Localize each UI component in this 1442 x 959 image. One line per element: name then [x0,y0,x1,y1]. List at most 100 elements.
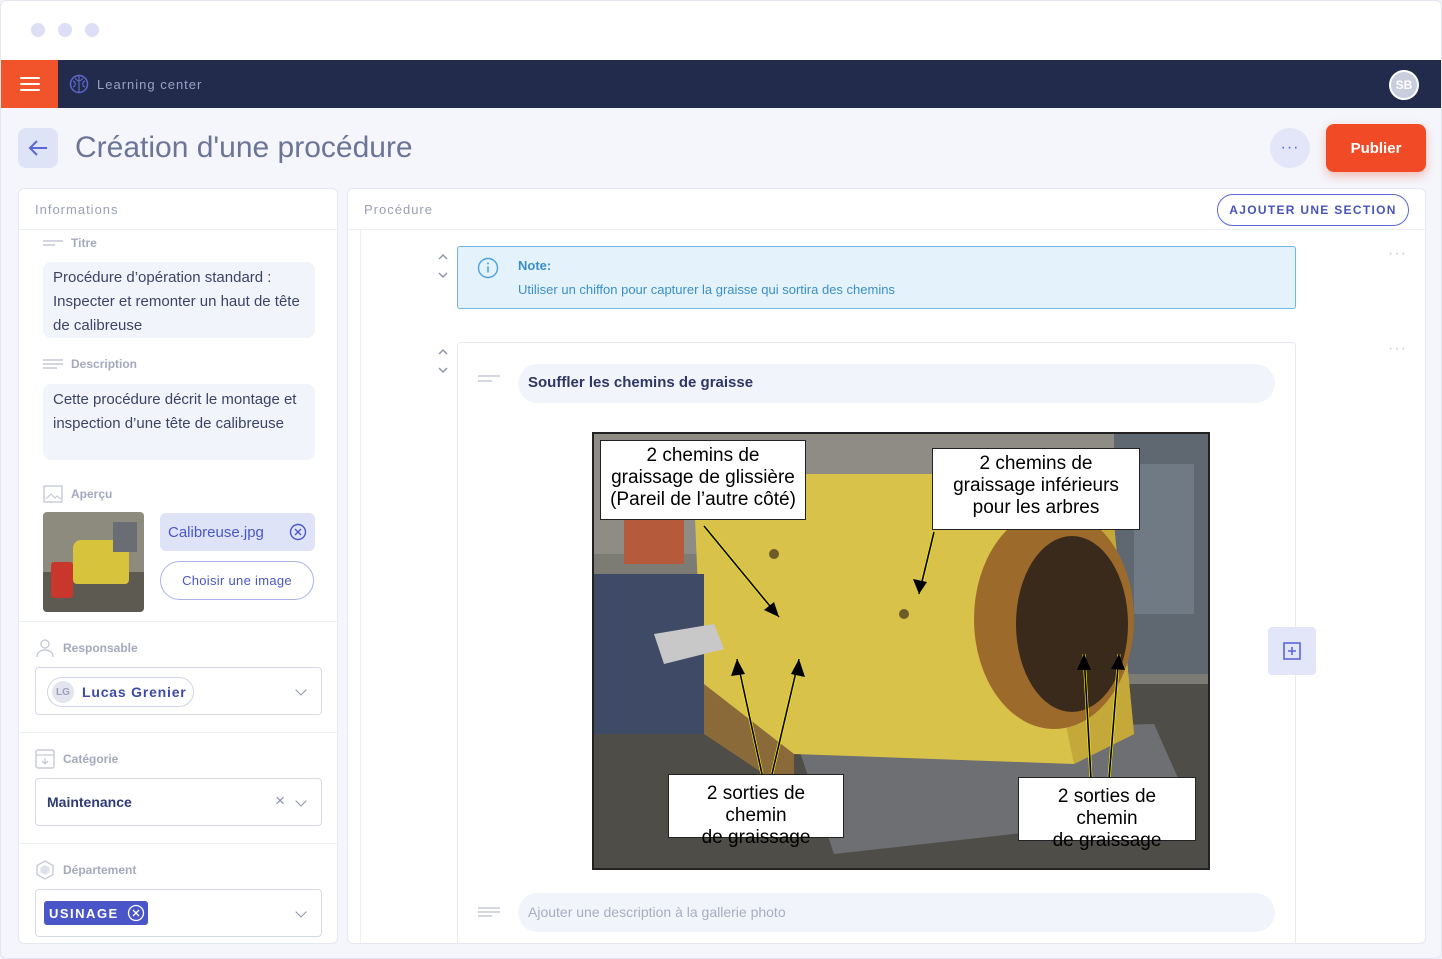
apercu-label: Aperçu [43,485,112,503]
description-label-text: Description [71,357,138,371]
chevron-up-icon[interactable] [437,346,449,358]
hamburger-icon [19,77,40,79]
brain-icon [69,74,89,94]
hamburger-icon-line [19,89,40,91]
description-field[interactable]: Cette procédure décrit le montage et ins… [43,384,315,460]
window-dot-close[interactable] [31,23,45,37]
title-icon [43,240,63,246]
note-options-icon[interactable]: ··· [1388,245,1407,263]
departement-select[interactable]: USINAGE [35,889,322,937]
step-photo[interactable]: 2 chemins de graissage de glissière (Par… [592,432,1210,870]
add-image-icon [1283,642,1301,660]
step-title-field[interactable]: Souffler les chemins de graisse [518,364,1275,403]
info-icon [477,257,499,279]
informations-panel: Informations Titre Procédure d’opération… [18,188,338,944]
departement-label-text: Département [63,863,137,877]
callout-bottom-right: 2 sorties de chemin de graissage [1018,777,1196,851]
titre-label: Titre [43,236,97,250]
callout-top-right-line: graissage inférieurs [953,475,1119,496]
categorie-value: Maintenance [47,794,132,810]
user-avatar[interactable]: SB [1389,70,1419,100]
responsable-label: Responsable [35,638,138,658]
description-icon [43,359,63,369]
chevron-down-icon [295,684,307,696]
callout-top-left-line: graissage de glissière [611,467,795,488]
responsable-avatar: LG [52,681,74,703]
callout-top-left-line: (Pareil de l’autre côté) [610,489,796,510]
callout-top-right-line: pour les arbres [972,497,1100,518]
publish-button[interactable]: Publier [1326,124,1426,172]
page-title: Création d'une procédure [75,131,413,164]
informations-panel-title: Informations [19,189,337,230]
description-label: Description [43,357,137,371]
chevron-down-icon [295,906,307,918]
remove-file-icon[interactable] [289,523,307,541]
responsable-chip: LG Lucas Grenier [47,677,194,707]
user-icon [36,639,54,658]
choose-image-button[interactable]: Choisir une image [160,561,314,600]
responsable-name: Lucas Grenier [82,684,187,700]
callout-bottom-right-line: 2 sorties de chemin [1057,786,1157,829]
window-dot-maximize[interactable] [85,23,99,37]
preview-thumbnail[interactable] [43,512,144,612]
callout-bottom-left: 2 sorties de chemin de graissage [668,774,844,848]
window-dot-minimize[interactable] [58,23,72,37]
thumb-red-part [51,562,73,598]
callout-bottom-left-line: 2 sorties de chemin [706,783,806,826]
departement-tag: USINAGE [44,901,148,925]
callout-top-left-line: 2 chemins de [646,445,760,466]
app-name: Learning center [97,76,203,92]
note-title: Note: [518,258,552,273]
responsable-select[interactable]: LG Lucas Grenier [35,667,322,715]
thumb-background [113,522,137,552]
step-options-icon[interactable]: ··· [1388,340,1407,358]
departement-tag-label: USINAGE [49,905,119,921]
divider [19,732,337,733]
image-icon [43,485,63,503]
titre-label-text: Titre [71,236,97,250]
step-title: Souffler les chemins de graisse [528,374,754,391]
note-text: Utiliser un chiffon pour capturer la gra… [518,282,895,297]
callout-top-right: 2 chemins de graissage inférieurs pour l… [932,448,1140,530]
callout-bottom-left-line: de graissage [701,827,811,848]
section-divider [360,230,361,943]
hexagon-icon [36,860,54,880]
category-icon [35,749,55,769]
titre-field[interactable]: Procédure d’opération standard : Inspect… [43,262,315,338]
hamburger-icon-line [19,83,40,85]
more-options-button[interactable]: ··· [1270,128,1310,168]
callout-top-right-line: 2 chemins de [979,453,1093,474]
responsable-label-text: Responsable [63,641,138,655]
callout-bottom-right-line: de graissage [1052,830,1162,851]
apercu-label-text: Aperçu [71,487,113,501]
back-button[interactable] [18,128,58,168]
departement-label: Département [35,860,136,880]
divider [19,843,337,844]
gallery-text-icon [478,907,500,917]
add-image-button[interactable] [1268,627,1316,675]
file-name: Calibreuse.jpg [168,523,264,541]
window-chrome [1,1,1441,60]
chevron-down-icon[interactable] [437,269,449,281]
categorie-label: Catégorie [35,749,118,769]
chevron-down-icon[interactable] [437,364,449,376]
divider [19,621,337,622]
chevron-down-icon [295,795,307,807]
add-section-button[interactable]: AJOUTER UNE SECTION [1217,194,1409,226]
categorie-select[interactable]: Maintenance × [35,778,322,826]
file-chip: Calibreuse.jpg [160,513,315,551]
gallery-description-field[interactable]: Ajouter une description à la gallerie ph… [518,893,1275,932]
step-text-icon [478,375,500,382]
procedure-panel: Procédure AJOUTER UNE SECTION Note: Util… [347,188,1426,944]
app-window: Learning center SB Création d'une procéd… [0,0,1442,959]
clear-icon[interactable]: × [275,791,285,811]
top-navbar: Learning center SB [1,60,1441,108]
chevron-up-icon[interactable] [437,251,449,263]
remove-tag-icon[interactable] [127,904,145,922]
note-block[interactable]: Note: Utiliser un chiffon pour capturer … [457,246,1296,309]
arrow-left-icon [28,140,47,156]
categorie-label-text: Catégorie [63,752,119,766]
brand[interactable]: Learning center [69,74,202,94]
callout-top-left: 2 chemins de graissage de glissière (Par… [600,440,806,520]
menu-button[interactable] [1,60,58,108]
